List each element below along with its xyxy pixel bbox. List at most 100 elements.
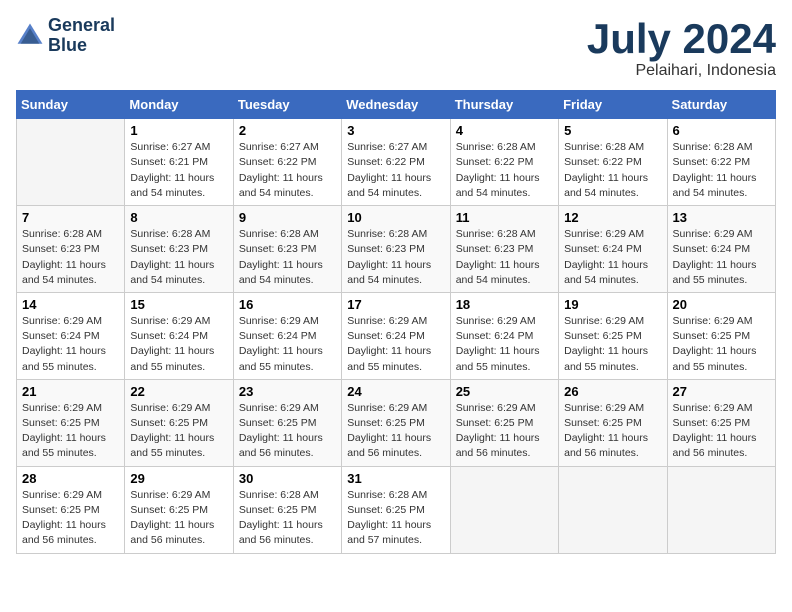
location-subtitle: Pelaihari, Indonesia — [587, 62, 776, 80]
calendar-cell: 3 Sunrise: 6:27 AM Sunset: 6:22 PM Daylig… — [342, 119, 450, 206]
day-info: Sunrise: 6:29 AM Sunset: 6:24 PM Dayligh… — [22, 314, 119, 375]
day-number: 13 — [673, 210, 770, 225]
calendar-cell: 1Sunrise: 6:27 AM Sunset: 6:21 PM Daylig… — [125, 119, 233, 206]
calendar-cell: 23 Sunrise: 6:29 AM Sunset: 6:25 PM Dayli… — [233, 379, 341, 466]
day-info: Sunrise: 6:29 AM Sunset: 6:25 PM Dayligh… — [239, 401, 336, 462]
header-wednesday: Wednesday — [342, 91, 450, 119]
day-info: Sunrise: 6:29 AM Sunset: 6:24 PM Dayligh… — [673, 227, 770, 288]
calendar-week-3: 21 Sunrise: 6:29 AM Sunset: 6:25 PM Dayli… — [17, 379, 776, 466]
day-number: 14 — [22, 297, 119, 312]
day-info: Sunrise: 6:29 AM Sunset: 6:25 PM Dayligh… — [130, 401, 227, 462]
calendar-cell: 28Sunrise: 6:29 AM Sunset: 6:25 PM Dayli… — [17, 466, 125, 553]
calendar-cell: 4 Sunrise: 6:28 AM Sunset: 6:22 PM Daylig… — [450, 119, 558, 206]
day-number: 25 — [456, 384, 553, 399]
calendar-cell: 19 Sunrise: 6:29 AM Sunset: 6:25 PM Dayli… — [559, 292, 667, 379]
day-number: 29 — [130, 471, 227, 486]
day-number: 28 — [22, 471, 119, 486]
day-number: 31 — [347, 471, 444, 486]
logo-line1: General — [48, 16, 115, 36]
title-block: July 2024 Pelaihari, Indonesia — [587, 16, 776, 80]
day-info: Sunrise: 6:29 AM Sunset: 6:25 PM Dayligh… — [456, 401, 553, 462]
day-number: 26 — [564, 384, 661, 399]
day-number: 19 — [564, 297, 661, 312]
day-info: Sunrise: 6:29 AM Sunset: 6:25 PM Dayligh… — [673, 401, 770, 462]
calendar-cell: 31 Sunrise: 6:28 AM Sunset: 6:25 PM Dayli… — [342, 466, 450, 553]
day-info: Sunrise: 6:29 AM Sunset: 6:25 PM Dayligh… — [347, 401, 444, 462]
day-info: Sunrise: 6:28 AM Sunset: 6:22 PM Dayligh… — [564, 140, 661, 201]
calendar-cell: 7Sunrise: 6:28 AM Sunset: 6:23 PM Daylig… — [17, 206, 125, 293]
calendar-cell: 6 Sunrise: 6:28 AM Sunset: 6:22 PM Daylig… — [667, 119, 775, 206]
day-number: 2 — [239, 123, 336, 138]
calendar-cell: 25 Sunrise: 6:29 AM Sunset: 6:25 PM Dayli… — [450, 379, 558, 466]
day-info: Sunrise: 6:28 AM Sunset: 6:23 PM Dayligh… — [347, 227, 444, 288]
day-number: 27 — [673, 384, 770, 399]
calendar-cell: 27 Sunrise: 6:29 AM Sunset: 6:25 PM Dayli… — [667, 379, 775, 466]
day-info: Sunrise: 6:29 AM Sunset: 6:24 PM Dayligh… — [347, 314, 444, 375]
calendar-cell: 16Sunrise: 6:29 AM Sunset: 6:24 PM Dayli… — [233, 292, 341, 379]
day-info: Sunrise: 6:29 AM Sunset: 6:25 PM Dayligh… — [22, 401, 119, 462]
page-header: General Blue July 2024 Pelaihari, Indone… — [16, 16, 776, 80]
day-info: Sunrise: 6:28 AM Sunset: 6:23 PM Dayligh… — [130, 227, 227, 288]
logo-text: General Blue — [48, 16, 115, 56]
day-number: 9 — [239, 210, 336, 225]
header-monday: Monday — [125, 91, 233, 119]
day-info: Sunrise: 6:28 AM Sunset: 6:25 PM Dayligh… — [347, 488, 444, 549]
calendar-cell: 29 Sunrise: 6:29 AM Sunset: 6:25 PM Dayli… — [125, 466, 233, 553]
calendar-header-row: SundayMondayTuesdayWednesdayThursdayFrid… — [17, 91, 776, 119]
day-number: 4 — [456, 123, 553, 138]
calendar-cell: 5 Sunrise: 6:28 AM Sunset: 6:22 PM Daylig… — [559, 119, 667, 206]
day-info: Sunrise: 6:28 AM Sunset: 6:23 PM Dayligh… — [239, 227, 336, 288]
day-number: 21 — [22, 384, 119, 399]
header-tuesday: Tuesday — [233, 91, 341, 119]
calendar-cell: 26 Sunrise: 6:29 AM Sunset: 6:25 PM Dayli… — [559, 379, 667, 466]
calendar-cell: 12 Sunrise: 6:29 AM Sunset: 6:24 PM Dayli… — [559, 206, 667, 293]
day-number: 7 — [22, 210, 119, 225]
header-saturday: Saturday — [667, 91, 775, 119]
calendar-week-4: 28 Sunrise: 6:29 AM Sunset: 6:25 PM Dayli… — [17, 466, 776, 553]
calendar-table: SundayMondayTuesdayWednesdayThursdayFrid… — [16, 90, 776, 553]
calendar-week-0: 1Sunrise: 6:27 AM Sunset: 6:21 PM Daylig… — [17, 119, 776, 206]
day-info: Sunrise: 6:29 AM Sunset: 6:25 PM Dayligh… — [564, 401, 661, 462]
day-info: Sunrise: 6:29 AM Sunset: 6:24 PM Dayligh… — [130, 314, 227, 375]
calendar-cell: 24 Sunrise: 6:29 AM Sunset: 6:25 PM Dayli… — [342, 379, 450, 466]
day-number: 6 — [673, 123, 770, 138]
header-sunday: Sunday — [17, 91, 125, 119]
day-info: Sunrise: 6:28 AM Sunset: 6:22 PM Dayligh… — [456, 140, 553, 201]
calendar-cell — [667, 466, 775, 553]
day-info: Sunrise: 6:27 AM Sunset: 6:22 PM Dayligh… — [239, 140, 336, 201]
day-number: 17 — [347, 297, 444, 312]
day-number: 30 — [239, 471, 336, 486]
day-info: Sunrise: 6:29 AM Sunset: 6:25 PM Dayligh… — [130, 488, 227, 549]
day-info: Sunrise: 6:28 AM Sunset: 6:25 PM Dayligh… — [239, 488, 336, 549]
calendar-cell: 21 Sunrise: 6:29 AM Sunset: 6:25 PM Dayli… — [17, 379, 125, 466]
calendar-cell: 11Sunrise: 6:28 AM Sunset: 6:23 PM Dayli… — [450, 206, 558, 293]
day-number: 18 — [456, 297, 553, 312]
day-info: Sunrise: 6:28 AM Sunset: 6:22 PM Dayligh… — [673, 140, 770, 201]
day-info: Sunrise: 6:29 AM Sunset: 6:25 PM Dayligh… — [564, 314, 661, 375]
day-number: 10 — [347, 210, 444, 225]
calendar-cell: 30 Sunrise: 6:28 AM Sunset: 6:25 PM Dayli… — [233, 466, 341, 553]
day-info: Sunrise: 6:29 AM Sunset: 6:24 PM Dayligh… — [564, 227, 661, 288]
day-number: 5 — [564, 123, 661, 138]
day-info: Sunrise: 6:29 AM Sunset: 6:25 PM Dayligh… — [673, 314, 770, 375]
day-info: Sunrise: 6:27 AM Sunset: 6:22 PM Dayligh… — [347, 140, 444, 201]
day-number: 24 — [347, 384, 444, 399]
day-info: Sunrise: 6:29 AM Sunset: 6:24 PM Dayligh… — [239, 314, 336, 375]
day-number: 20 — [673, 297, 770, 312]
calendar-cell: 17 Sunrise: 6:29 AM Sunset: 6:24 PM Dayli… — [342, 292, 450, 379]
calendar-cell: 18Sunrise: 6:29 AM Sunset: 6:24 PM Dayli… — [450, 292, 558, 379]
day-number: 23 — [239, 384, 336, 399]
logo-icon — [16, 22, 44, 50]
day-number: 11 — [456, 210, 553, 225]
calendar-cell: 9 Sunrise: 6:28 AM Sunset: 6:23 PM Daylig… — [233, 206, 341, 293]
calendar-cell — [17, 119, 125, 206]
calendar-week-2: 14 Sunrise: 6:29 AM Sunset: 6:24 PM Dayli… — [17, 292, 776, 379]
calendar-cell: 22Sunrise: 6:29 AM Sunset: 6:25 PM Dayli… — [125, 379, 233, 466]
day-number: 3 — [347, 123, 444, 138]
calendar-week-1: 7 Sunrise: 6:28 AM Sunset: 6:23 PM Daylig… — [17, 206, 776, 293]
day-number: 1 — [130, 123, 227, 138]
calendar-cell: 2 Sunrise: 6:27 AM Sunset: 6:22 PM Daylig… — [233, 119, 341, 206]
day-number: 12 — [564, 210, 661, 225]
calendar-cell: 15Sunrise: 6:29 AM Sunset: 6:24 PM Dayli… — [125, 292, 233, 379]
calendar-cell: 20 Sunrise: 6:29 AM Sunset: 6:25 PM Dayli… — [667, 292, 775, 379]
